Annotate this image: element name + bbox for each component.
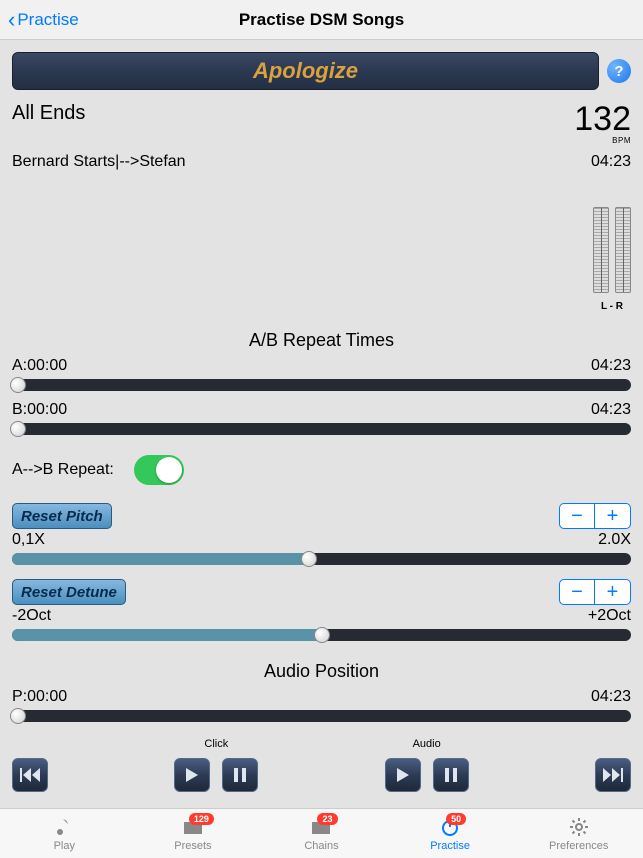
pause-icon xyxy=(444,767,458,783)
reset-detune-label: Reset Detune xyxy=(21,584,117,601)
detune-plus-button[interactable]: + xyxy=(595,579,631,605)
skip-forward-icon xyxy=(603,767,623,783)
tab-preferences-label: Preferences xyxy=(549,840,608,852)
slider-b-thumb[interactable] xyxy=(10,421,26,437)
play-icon xyxy=(185,767,199,783)
tab-preferences[interactable]: Preferences xyxy=(514,809,643,858)
artist-name: All Ends xyxy=(12,102,85,125)
slider-a-start: A:00:00 xyxy=(12,357,67,375)
pitch-minus-button[interactable]: − xyxy=(559,503,595,529)
song-banner[interactable]: Apologize xyxy=(12,52,599,90)
pause-icon xyxy=(233,767,247,783)
tab-presets-label: Presets xyxy=(174,840,211,852)
position-slider-thumb[interactable] xyxy=(10,708,26,724)
ab-repeat-label: A-->B Repeat: xyxy=(12,461,114,479)
info-line: Bernard Starts|-->Stefan xyxy=(12,153,186,171)
skip-forward-button[interactable] xyxy=(595,758,631,792)
tab-presets[interactable]: 129 Presets xyxy=(129,809,258,858)
meters-label: L - R xyxy=(12,301,631,312)
navbar: ‹ Practise Practise DSM Songs xyxy=(0,0,643,40)
tab-practise[interactable]: 50 Practise xyxy=(386,809,515,858)
pitch-max: 2.0X xyxy=(598,531,631,549)
tab-bar: Play 129 Presets 23 Chains 50 Practise P… xyxy=(0,808,643,858)
content-area: Apologize ? All Ends 132 BPM Bernard Sta… xyxy=(0,40,643,808)
slider-a[interactable] xyxy=(12,379,631,391)
bpm-display: 132 BPM xyxy=(574,102,631,145)
click-pause-button[interactable] xyxy=(222,758,258,792)
pitch-plus-button[interactable]: + xyxy=(595,503,631,529)
reset-detune-button[interactable]: Reset Detune xyxy=(12,579,126,605)
practise-badge: 50 xyxy=(446,813,466,825)
song-title: Apologize xyxy=(253,58,358,84)
ab-section-title: A/B Repeat Times xyxy=(12,330,631,351)
detune-slider-thumb[interactable] xyxy=(314,627,330,643)
detune-min: -2Oct xyxy=(12,607,51,625)
pitch-stepper: − + xyxy=(559,503,631,529)
plus-icon: + xyxy=(607,581,619,604)
back-button[interactable]: ‹ Practise xyxy=(8,9,79,31)
tab-chains-label: Chains xyxy=(304,840,338,852)
slider-b[interactable] xyxy=(12,423,631,435)
audio-group-label: Audio xyxy=(413,738,441,752)
minus-icon: − xyxy=(571,581,583,604)
detune-minus-button[interactable]: − xyxy=(559,579,595,605)
skip-back-button[interactable] xyxy=(12,758,48,792)
audio-pause-button[interactable] xyxy=(433,758,469,792)
detune-slider[interactable] xyxy=(12,629,631,641)
pitch-min: 0,1X xyxy=(12,531,45,549)
chevron-left-icon: ‹ xyxy=(8,9,15,31)
page-title: Practise DSM Songs xyxy=(0,10,643,30)
level-meters xyxy=(12,207,631,293)
reset-pitch-button[interactable]: Reset Pitch xyxy=(12,503,112,529)
bpm-value: 132 xyxy=(574,102,631,136)
presets-badge: 129 xyxy=(189,813,214,825)
click-play-button[interactable] xyxy=(174,758,210,792)
music-note-icon xyxy=(55,817,73,837)
back-label: Practise xyxy=(17,10,78,30)
plus-icon: + xyxy=(607,505,619,528)
position-end: 04:23 xyxy=(591,688,631,706)
slider-b-start: B:00:00 xyxy=(12,401,67,419)
meter-right xyxy=(615,207,631,293)
click-group-label: Click xyxy=(204,738,228,752)
audio-section-title: Audio Position xyxy=(12,661,631,682)
tab-practise-label: Practise xyxy=(430,840,470,852)
skip-back-icon xyxy=(20,767,40,783)
audio-play-button[interactable] xyxy=(385,758,421,792)
position-slider[interactable] xyxy=(12,710,631,722)
tab-play[interactable]: Play xyxy=(0,809,129,858)
detune-stepper: − + xyxy=(559,579,631,605)
help-button[interactable]: ? xyxy=(607,59,631,83)
help-icon: ? xyxy=(614,63,623,80)
position-start: P:00:00 xyxy=(12,688,67,706)
tab-chains[interactable]: 23 Chains xyxy=(257,809,386,858)
slider-b-end: 04:23 xyxy=(591,401,631,419)
detune-max: +2Oct xyxy=(588,607,631,625)
meter-left xyxy=(593,207,609,293)
toggle-knob xyxy=(156,457,182,483)
reset-pitch-label: Reset Pitch xyxy=(21,508,103,525)
transport-controls: Click Audio xyxy=(12,738,631,802)
slider-a-thumb[interactable] xyxy=(10,377,26,393)
chains-badge: 23 xyxy=(317,813,337,825)
tab-play-label: Play xyxy=(54,840,75,852)
ab-repeat-toggle[interactable] xyxy=(134,455,184,485)
gear-icon xyxy=(569,817,589,837)
play-icon xyxy=(396,767,410,783)
pitch-slider-thumb[interactable] xyxy=(301,551,317,567)
minus-icon: − xyxy=(571,505,583,528)
pitch-slider[interactable] xyxy=(12,553,631,565)
total-time: 04:23 xyxy=(591,153,631,171)
slider-a-end: 04:23 xyxy=(591,357,631,375)
